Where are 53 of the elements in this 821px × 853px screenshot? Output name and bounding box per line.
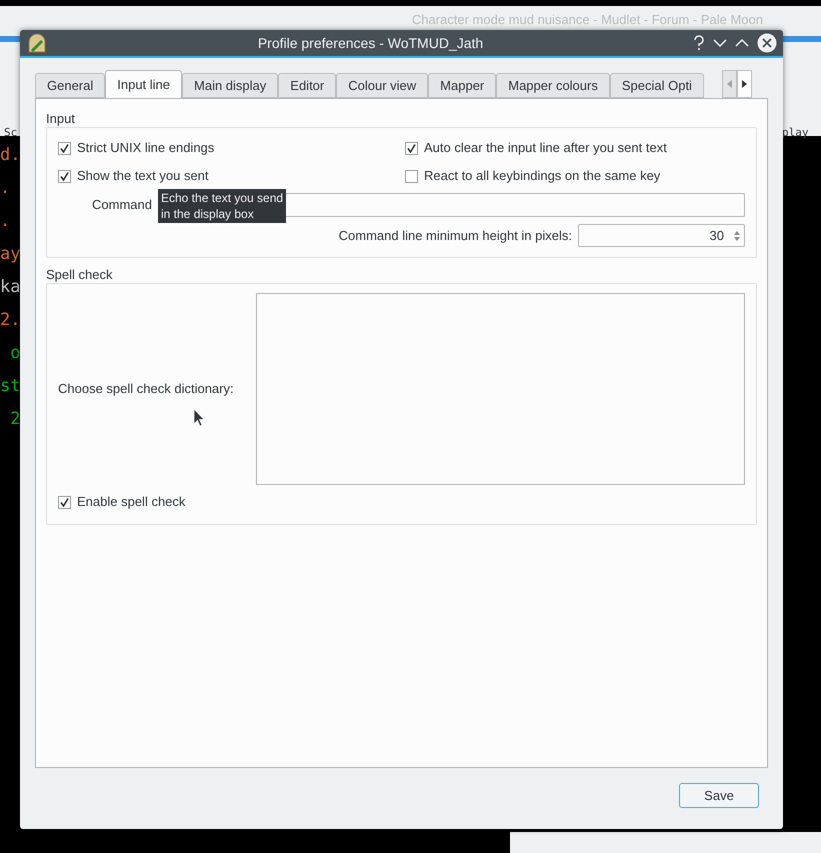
terminal-line: ay (0, 245, 20, 264)
checkbox-label: Auto clear the input line after you sent text (424, 139, 667, 158)
tab[interactable]: Main display (182, 73, 278, 98)
terminal-line: 2. (0, 311, 20, 330)
terminal-line: o (9, 344, 20, 363)
spin-box[interactable]: 30 (578, 224, 745, 247)
group-title: Input (46, 110, 76, 127)
tab[interactable]: General (35, 73, 106, 98)
mouse-cursor-icon (193, 408, 205, 428)
tab[interactable]: Mapper colours (496, 73, 610, 98)
check-icon (60, 144, 69, 152)
tooltip-text: in the display box (161, 206, 255, 222)
toolbar-label[interactable]: play (782, 125, 808, 142)
terminal-line: st (0, 377, 20, 396)
tab[interactable]: Special Opti (610, 73, 704, 98)
field-label: Command line minimum height in pixels: (338, 226, 572, 245)
window-title: Profile preferences - WoTMUD_Jath (256, 34, 484, 53)
left-arrow-icon (727, 80, 732, 88)
maximize-icon[interactable] (735, 38, 749, 48)
terminal-line: . (0, 179, 12, 198)
checkbox[interactable] (58, 496, 71, 508)
checkbox[interactable] (405, 142, 418, 154)
terminal-line: 2 (9, 410, 20, 429)
tab[interactable]: Colour view (336, 73, 428, 98)
field-label: Command (91, 196, 152, 214)
checkbox-label: Enable spell check (77, 493, 186, 512)
tab[interactable]: Mapper (428, 73, 496, 98)
field-label: Choose spell check dictionary: (58, 380, 235, 398)
terminal-line: d. (0, 146, 20, 165)
terminal-line: . (0, 212, 12, 231)
group-title: Spell check (46, 266, 114, 283)
checkbox[interactable] (58, 170, 71, 182)
tab[interactable]: Editor (278, 73, 336, 98)
checkbox-label: React to all keybindings on the same key (424, 167, 660, 186)
toolbar-label[interactable]: Sc (4, 125, 18, 142)
tooltip-text: Echo the text you send (161, 190, 284, 206)
app-icon (26, 32, 48, 54)
check-icon (407, 144, 416, 152)
check-icon (60, 498, 69, 506)
checkbox[interactable] (405, 170, 418, 182)
checkbox-label: Show the text you sent (77, 167, 209, 186)
spin-value: 30 (708, 226, 725, 245)
minimize-icon[interactable] (713, 38, 727, 48)
scroll-right-button[interactable] (737, 70, 752, 98)
tab[interactable]: Input line (105, 70, 182, 98)
save-button[interactable]: Save (679, 783, 759, 808)
checkbox[interactable] (58, 142, 71, 154)
close-icon[interactable] (757, 33, 777, 53)
help-icon[interactable] (693, 35, 705, 51)
right-arrow-icon (742, 80, 747, 88)
checkbox-label: Strict UNIX line endings (77, 139, 214, 158)
terminal-line: ka (0, 278, 20, 297)
check-icon (60, 172, 69, 180)
